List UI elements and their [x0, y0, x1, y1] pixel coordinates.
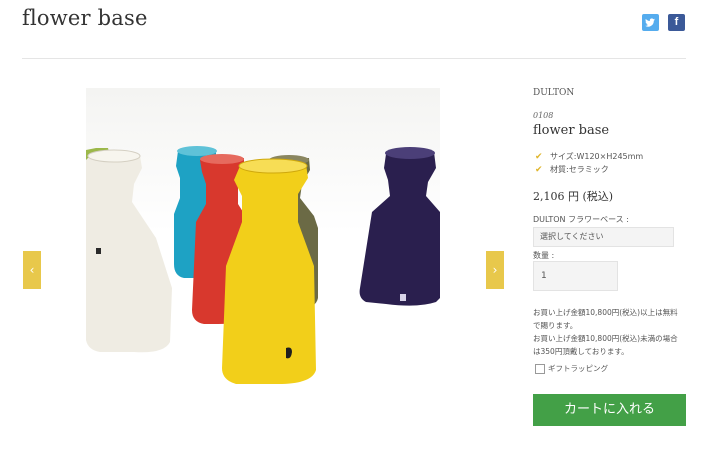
feature-item: ✔ 材質:セラミック [533, 163, 693, 176]
feature-text: 材質:セラミック [550, 165, 609, 174]
twitter-icon[interactable] [642, 14, 659, 31]
product-sku: 0108 [533, 111, 554, 120]
gift-wrapping-option[interactable]: ギフトラッピング [535, 363, 608, 374]
vases-illustration [86, 146, 440, 384]
chevron-right-icon: › [492, 263, 498, 277]
option-label: DULTON フラワーベース : [533, 215, 629, 224]
shipping-note: お買い上げ金額10,800円(税込)以上は無料 で賜ります。 お買い上げ金額10… [533, 306, 693, 358]
product-image [86, 88, 440, 450]
header-divider [22, 58, 686, 59]
feature-list: ✔ サイズ:W120×H245mm ✔ 材質:セラミック [533, 150, 693, 176]
next-image-button[interactable]: › [486, 251, 504, 289]
chevron-left-icon: ‹ [29, 263, 35, 277]
option-select[interactable]: 選択してください [533, 227, 674, 247]
gift-wrapping-label: ギフトラッピング [548, 364, 608, 373]
feature-item: ✔ サイズ:W120×H245mm [533, 150, 693, 163]
prev-image-button[interactable]: ‹ [23, 251, 41, 289]
shipping-note-line: は350円頂戴しております。 [533, 347, 629, 356]
check-icon: ✔ [535, 165, 543, 175]
shipping-note-line: で賜ります。 [533, 321, 578, 330]
add-to-cart-button[interactable]: カートに入れる [533, 394, 686, 426]
feature-text: サイズ:W120×H245mm [550, 152, 644, 161]
page-title: flower base [22, 6, 148, 30]
shipping-note-line: お買い上げ金額10,800円(税込)以上は無料 [533, 308, 678, 317]
quantity-input[interactable]: 1 [533, 261, 618, 291]
product-name: flower base [533, 123, 610, 138]
quantity-label: 数量 : [533, 251, 555, 260]
facebook-icon[interactable]: f [668, 14, 685, 31]
twitter-bird-icon [645, 18, 655, 27]
shipping-note-line: お買い上げ金額10,800円(税込)未満の場合 [533, 334, 678, 343]
gift-wrapping-checkbox[interactable] [535, 364, 545, 374]
brand-name[interactable]: DULTON [533, 88, 693, 98]
product-price: 2,106 円 (税込) [533, 190, 614, 203]
